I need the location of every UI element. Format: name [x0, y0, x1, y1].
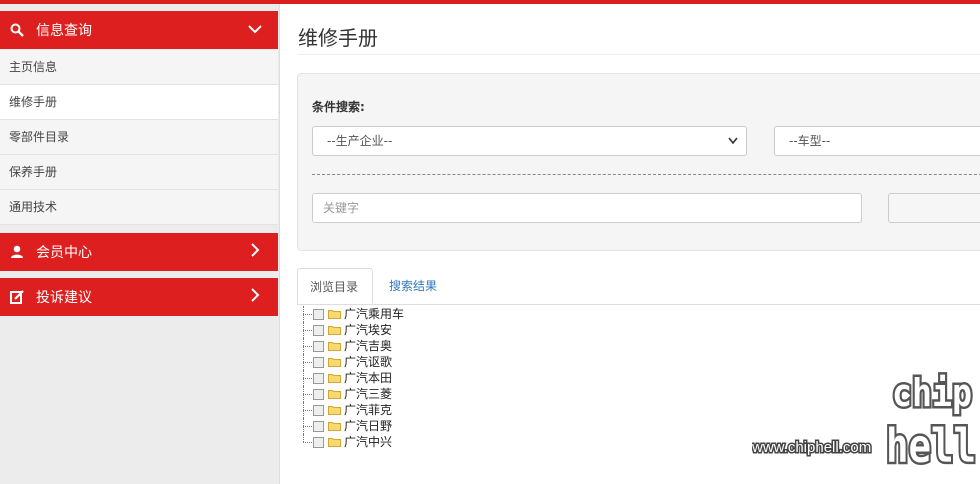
tree-connector [300, 434, 313, 450]
checkbox[interactable] [313, 436, 324, 448]
folder-icon [328, 358, 341, 367]
sidebar-section-label: 投诉建议 [36, 290, 92, 306]
tree-node-label: 广汽菲克 [344, 403, 393, 417]
sidebar-section-complaint[interactable]: 投诉建议 [0, 278, 278, 316]
tab-search-results[interactable]: 搜索结果 [377, 268, 449, 304]
tree-node[interactable]: 广汽三菱 [300, 386, 404, 402]
folder-icon [328, 390, 341, 399]
sidebar-section-label: 信息查询 [36, 23, 92, 39]
tree-connector [300, 386, 313, 402]
folder-icon [328, 310, 341, 319]
tree-node[interactable]: 广汽乘用车 [300, 306, 404, 322]
catalog-tree: 广汽乘用车 广汽埃安 广汽吉奥 广汽讴歌 广汽本田 广汽三菱 广汽菲克 广汽日野… [300, 306, 404, 450]
tree-node[interactable]: 广汽日野 [300, 418, 404, 434]
tree-node-label: 广汽讴歌 [344, 355, 393, 369]
checkbox[interactable] [313, 308, 324, 320]
tree-node[interactable]: 广汽本田 [300, 370, 404, 386]
search-panel: 条件搜索: --生产企业-- --车型-- 关键字 [297, 73, 980, 251]
tree-node[interactable]: 广汽菲克 [300, 402, 404, 418]
sidebar-item-repair-manual[interactable]: 维修手册 [0, 85, 278, 120]
sidebar-item-parts-catalog[interactable]: 零部件目录 [0, 120, 278, 155]
tree-node[interactable]: 广汽中兴 [300, 434, 404, 450]
tree-node-label: 广汽中兴 [344, 435, 393, 449]
folder-icon [328, 342, 341, 351]
sidebar-submenu: 主页信息 维修手册 零部件目录 保养手册 通用技术 [0, 50, 278, 225]
search-condition-label: 条件搜索: [312, 100, 365, 114]
tree-connector [300, 370, 313, 386]
search-button[interactable] [888, 193, 980, 223]
chevron-down-icon [728, 127, 738, 166]
sidebar: 信息查询 主页信息 维修手册 零部件目录 保养手册 通用技术 会员中心 投诉建议 [0, 4, 280, 484]
company-select[interactable]: --生产企业-- [312, 126, 747, 156]
company-select-value: --生产企业-- [327, 134, 393, 148]
model-select[interactable]: --车型-- [774, 126, 980, 156]
sidebar-item-maintenance-manual[interactable]: 保养手册 [0, 155, 278, 190]
tree-connector [300, 338, 313, 354]
tree-node[interactable]: 广汽吉奥 [300, 338, 404, 354]
checkbox[interactable] [313, 324, 324, 336]
keyword-placeholder: 关键字 [323, 201, 360, 215]
checkbox[interactable] [313, 388, 324, 400]
folder-icon [328, 374, 341, 383]
checkbox[interactable] [313, 340, 324, 352]
tree-connector [300, 306, 313, 322]
sidebar-item-home-info[interactable]: 主页信息 [0, 50, 278, 85]
tree-node-label: 广汽日野 [344, 419, 393, 433]
folder-icon [328, 422, 341, 431]
tree-node[interactable]: 广汽讴歌 [300, 354, 404, 370]
tree-node-label: 广汽三菱 [344, 387, 393, 401]
chevron-down-icon [246, 22, 264, 38]
checkbox[interactable] [313, 420, 324, 432]
chevron-right-icon [246, 243, 264, 261]
keyword-input[interactable]: 关键字 [312, 193, 862, 223]
sidebar-item-general-tech[interactable]: 通用技术 [0, 190, 278, 225]
checkbox[interactable] [313, 356, 324, 368]
tree-connector [300, 322, 313, 338]
search-icon [10, 23, 24, 37]
tree-node-label: 广汽埃安 [344, 323, 393, 337]
page-title: 维修手册 [298, 26, 378, 50]
dashed-divider [312, 174, 980, 175]
watermark-url: www.chiphell.com [752, 439, 871, 456]
tree-connector [300, 418, 313, 434]
tree-connector [300, 402, 313, 418]
tree-node-label: 广汽本田 [344, 371, 393, 385]
sidebar-section-label: 会员中心 [36, 245, 92, 261]
title-divider [298, 54, 980, 55]
edit-icon [10, 290, 24, 304]
checkbox[interactable] [313, 372, 324, 384]
tree-connector [300, 354, 313, 370]
folder-icon [328, 406, 341, 415]
watermark-logo-hell: hell [886, 419, 976, 473]
sidebar-section-info[interactable]: 信息查询 [0, 11, 278, 49]
sidebar-section-member[interactable]: 会员中心 [0, 233, 278, 271]
watermark-logo-chip: chip [892, 371, 972, 415]
tab-bar: 浏览目录 搜索结果 [297, 268, 980, 305]
chiphell-watermark: www.chiphell.com chip hell [750, 366, 980, 476]
tab-browse-catalog[interactable]: 浏览目录 [297, 268, 373, 304]
user-icon [10, 245, 24, 259]
tree-node-label: 广汽吉奥 [344, 339, 393, 353]
chevron-right-icon [246, 288, 264, 306]
tree-node-label: 广汽乘用车 [344, 307, 405, 321]
tree-node[interactable]: 广汽埃安 [300, 322, 404, 338]
folder-icon [328, 326, 341, 335]
checkbox[interactable] [313, 404, 324, 416]
folder-icon [328, 438, 341, 447]
model-select-value: --车型-- [789, 134, 831, 148]
